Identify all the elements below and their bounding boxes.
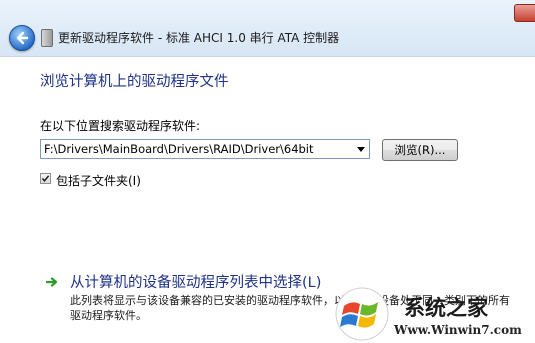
device-icon	[41, 29, 53, 47]
chevron-down-icon[interactable]	[357, 147, 365, 152]
green-arrow-icon	[45, 276, 58, 288]
browse-button[interactable]: 浏览(R)...	[382, 139, 458, 161]
watermark: 系统之家 Www.Winwin7.com	[334, 284, 535, 343]
window-title: 更新驱动程序软件 - 标准 AHCI 1.0 串行 ATA 控制器	[58, 31, 340, 45]
watermark-url: Www.Winwin7.com	[394, 323, 522, 337]
close-icon[interactable]	[514, 4, 535, 22]
back-arrow-icon[interactable]	[9, 25, 35, 51]
path-value[interactable]: F:\Drivers\MainBoard\Drivers\RAID\Driver…	[44, 142, 314, 156]
search-location-label: 在以下位置搜索驱动程序软件:	[40, 119, 201, 133]
watermark-brand: 系统之家	[404, 296, 488, 320]
pick-from-list-link[interactable]: 从计算机的设备驱动程序列表中选择(L)	[70, 271, 321, 292]
windows-logo-icon	[335, 287, 389, 341]
page-title: 浏览计算机上的驱动程序文件	[40, 74, 229, 90]
title-bar: 更新驱动程序软件 - 标准 AHCI 1.0 串行 ATA 控制器	[0, 0, 535, 57]
path-combobox[interactable]: F:\Drivers\MainBoard\Drivers\RAID\Driver…	[40, 139, 370, 159]
include-subfolders-checkbox[interactable]	[40, 173, 51, 184]
include-subfolders-label[interactable]: 包括子文件夹(I)	[56, 172, 141, 189]
